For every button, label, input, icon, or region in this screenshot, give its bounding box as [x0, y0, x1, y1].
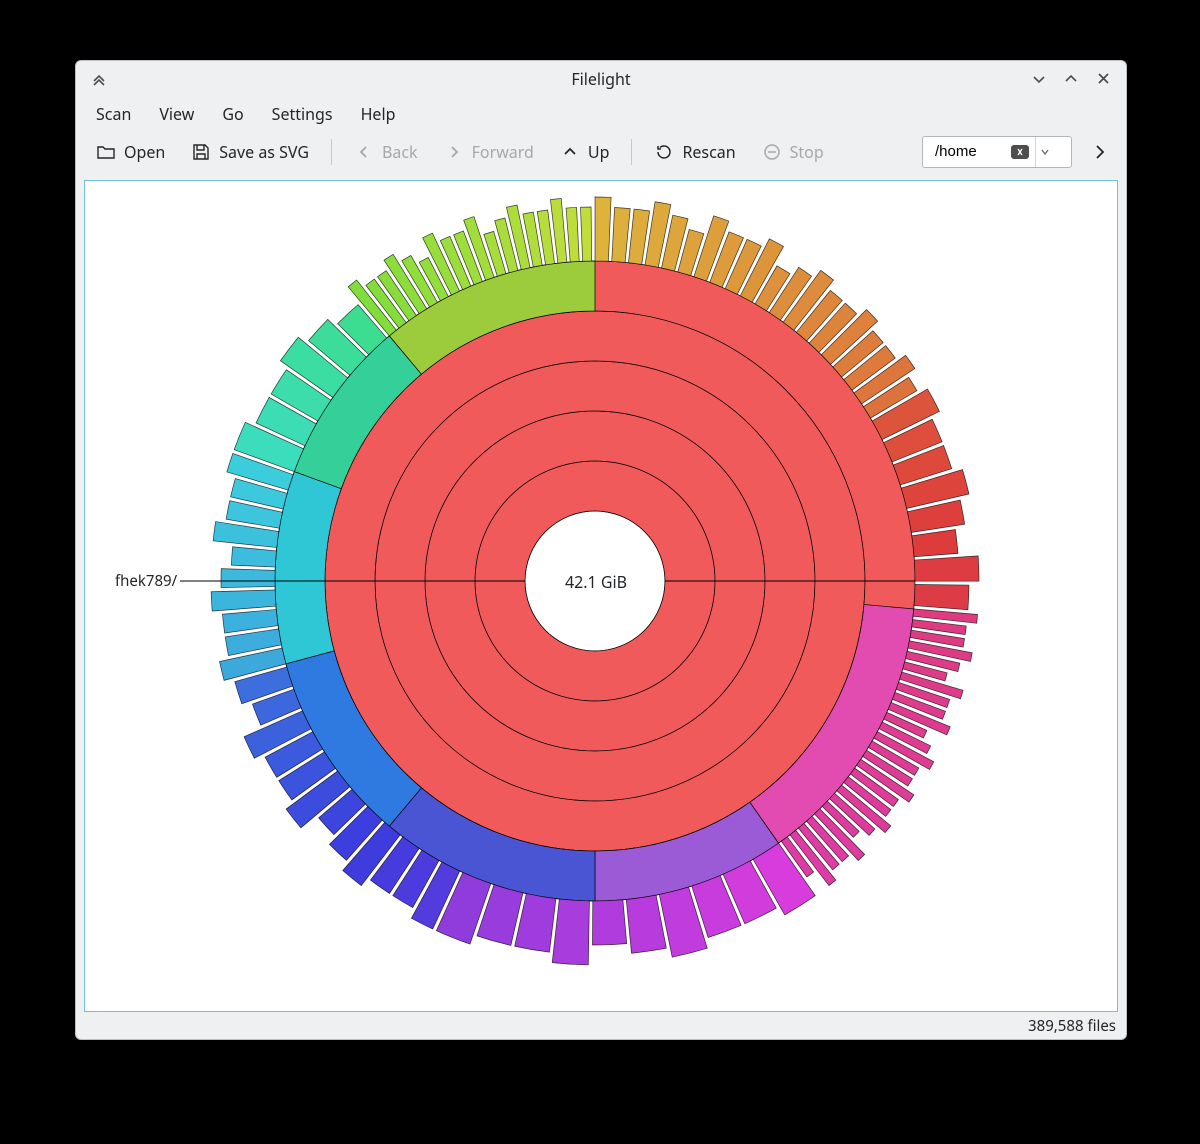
statusbar: 389,588 files — [76, 1012, 1126, 1040]
menubar: Scan View Go Settings Help — [76, 98, 1126, 130]
sunburst-canvas[interactable]: 42.1 GiB fhek789/ — [84, 180, 1118, 1012]
path-dropdown-icon[interactable] — [1035, 137, 1053, 167]
toolbar-separator — [631, 139, 632, 165]
chevron-right-icon — [444, 142, 464, 162]
open-label: Open — [124, 141, 165, 163]
up-label: Up — [588, 141, 610, 163]
minimize-button[interactable] — [1028, 68, 1050, 90]
chevron-up-icon — [560, 142, 580, 162]
menu-view[interactable]: View — [147, 98, 206, 130]
close-button[interactable] — [1092, 68, 1114, 90]
refresh-icon — [654, 142, 674, 162]
path-input[interactable] — [933, 142, 1005, 161]
forward-label: Forward — [472, 141, 534, 163]
segment-pointer-label: fhek789/ — [115, 571, 177, 591]
go-button[interactable] — [1084, 136, 1116, 168]
up-button[interactable]: Up — [550, 135, 620, 169]
stop-button: Stop — [752, 135, 834, 169]
titlebar-expand-icon[interactable] — [88, 68, 110, 90]
path-input-box[interactable] — [922, 136, 1072, 168]
rescan-button[interactable]: Rescan — [644, 135, 745, 169]
center-size-label: 42.1 GiB — [565, 571, 627, 593]
stop-label: Stop — [790, 141, 824, 163]
clear-input-icon[interactable] — [1011, 145, 1029, 159]
chevron-left-icon — [354, 142, 374, 162]
folder-open-icon — [96, 142, 116, 162]
save-svg-button[interactable]: Save as SVG — [181, 135, 319, 169]
stop-icon — [762, 142, 782, 162]
back-label: Back — [382, 141, 418, 163]
window-title: Filelight — [571, 68, 630, 90]
toolbar: Open Save as SVG Back Forward — [76, 130, 1126, 174]
menu-help[interactable]: Help — [349, 98, 408, 130]
forward-button: Forward — [434, 135, 544, 169]
app-window: Filelight Scan View Go Settings Help — [75, 60, 1127, 1040]
toolbar-separator — [331, 139, 332, 165]
canvas-wrap: 42.1 GiB fhek789/ — [76, 174, 1126, 1012]
titlebar: Filelight — [76, 61, 1126, 98]
menu-settings[interactable]: Settings — [260, 98, 345, 130]
save-svg-label: Save as SVG — [219, 141, 309, 163]
rescan-label: Rescan — [682, 141, 735, 163]
menu-go[interactable]: Go — [210, 98, 255, 130]
open-button[interactable]: Open — [86, 135, 175, 169]
back-button: Back — [344, 135, 428, 169]
save-icon — [191, 142, 211, 162]
file-count-label: 389,588 files — [1028, 1016, 1116, 1036]
maximize-button[interactable] — [1060, 68, 1082, 90]
menu-scan[interactable]: Scan — [84, 98, 143, 130]
